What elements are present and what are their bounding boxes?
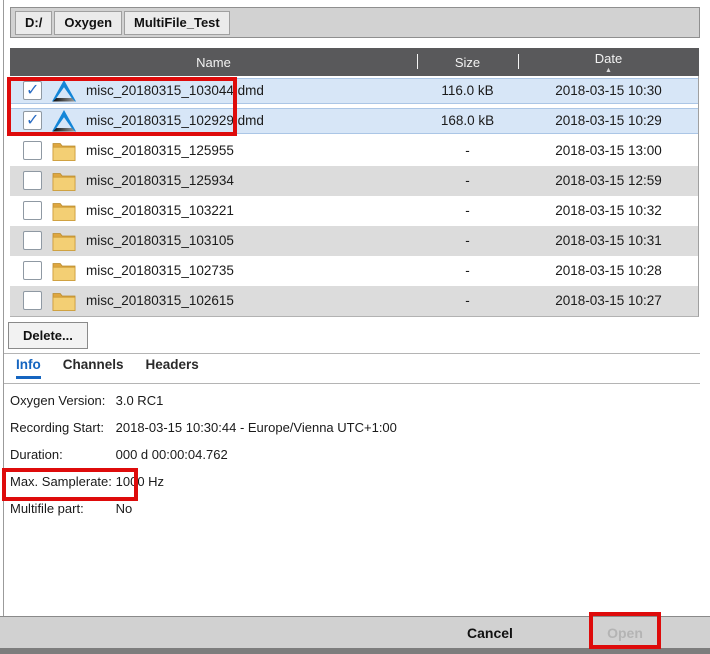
folder-date: 2018-03-15 13:00 xyxy=(518,136,699,166)
folder-name: misc_20180315_102735 xyxy=(86,256,234,286)
column-header-size[interactable]: Size xyxy=(417,48,518,76)
dmd-file-icon xyxy=(52,80,76,102)
folder-size: - xyxy=(417,256,518,286)
row-checkbox[interactable] xyxy=(23,201,42,220)
folder-name: misc_20180315_103105 xyxy=(86,226,234,256)
info-value: 2018-03-15 10:30:44 - Europe/Vienna UTC+… xyxy=(116,420,397,435)
info-label: Max. Samplerate: xyxy=(10,468,112,495)
folder-icon xyxy=(52,170,76,192)
row-checkbox[interactable] xyxy=(23,231,42,250)
breadcrumb-item-drive[interactable]: D:/ xyxy=(15,11,52,35)
row-checkbox[interactable] xyxy=(23,141,42,160)
folder-icon xyxy=(52,140,76,162)
breadcrumb-item-oxygen[interactable]: Oxygen xyxy=(54,11,122,35)
table-header: Name Size Date ▲ xyxy=(10,48,699,76)
info-label: Recording Start: xyxy=(10,414,112,441)
info-row-max-samplerate: Max. Samplerate: 1000 Hz xyxy=(10,468,397,495)
row-checkbox[interactable] xyxy=(23,171,42,190)
info-value: 000 d 00:00:04.762 xyxy=(116,447,228,462)
separator xyxy=(4,383,700,384)
tab-bar: Info Channels Headers xyxy=(16,357,199,379)
file-date: 2018-03-15 10:30 xyxy=(518,76,699,106)
folder-date: 2018-03-15 10:27 xyxy=(518,286,699,316)
folder-name: misc_20180315_125955 xyxy=(86,136,234,166)
file-list: misc_20180315_103044.dmd 116.0 kB 2018-0… xyxy=(10,76,699,317)
column-divider xyxy=(417,54,418,69)
folder-size: - xyxy=(417,226,518,256)
column-divider xyxy=(518,54,519,69)
folder-size: - xyxy=(417,196,518,226)
tab-channels[interactable]: Channels xyxy=(63,357,124,379)
folder-icon xyxy=(52,230,76,252)
delete-button[interactable]: Delete... xyxy=(8,322,88,349)
window-left-border xyxy=(3,0,4,616)
folder-date: 2018-03-15 12:59 xyxy=(518,166,699,196)
column-date-label: Date xyxy=(595,51,622,66)
row-checkbox[interactable] xyxy=(23,261,42,280)
column-name-label: Name xyxy=(196,55,231,70)
folder-name: misc_20180315_103221 xyxy=(86,196,234,226)
info-value: 3.0 RC1 xyxy=(116,393,164,408)
info-panel: Oxygen Version: 3.0 RC1 Recording Start:… xyxy=(10,387,397,522)
folder-size: - xyxy=(417,286,518,316)
file-date: 2018-03-15 10:29 xyxy=(518,106,699,136)
file-size: 116.0 kB xyxy=(417,76,518,106)
folder-date: 2018-03-15 10:31 xyxy=(518,226,699,256)
row-checkbox[interactable] xyxy=(23,81,42,100)
info-value: 1000 Hz xyxy=(116,474,164,489)
file-row[interactable]: misc_20180315_103044.dmd 116.0 kB 2018-0… xyxy=(10,76,698,106)
tab-headers[interactable]: Headers xyxy=(146,357,199,379)
file-name: misc_20180315_102929.dmd xyxy=(86,106,264,136)
sort-ascending-icon: ▲ xyxy=(605,67,612,74)
info-row-recording-start: Recording Start: 2018-03-15 10:30:44 - E… xyxy=(10,414,397,441)
folder-icon xyxy=(52,260,76,282)
column-header-date[interactable]: Date ▲ xyxy=(518,48,699,76)
folder-date: 2018-03-15 10:32 xyxy=(518,196,699,226)
folder-row[interactable]: misc_20180315_103105 - 2018-03-15 10:31 xyxy=(10,226,698,256)
tab-info[interactable]: Info xyxy=(16,357,41,379)
folder-row[interactable]: misc_20180315_102615 - 2018-03-15 10:27 xyxy=(10,286,698,316)
file-name: misc_20180315_103044.dmd xyxy=(86,76,264,106)
folder-size: - xyxy=(417,136,518,166)
info-label: Duration: xyxy=(10,441,112,468)
info-value: No xyxy=(116,501,133,516)
column-size-label: Size xyxy=(455,55,480,70)
dmd-file-icon xyxy=(52,110,76,132)
info-label: Oxygen Version: xyxy=(10,387,112,414)
file-size: 168.0 kB xyxy=(417,106,518,136)
folder-row[interactable]: misc_20180315_102735 - 2018-03-15 10:28 xyxy=(10,256,698,286)
folder-row[interactable]: misc_20180315_125955 - 2018-03-15 13:00 xyxy=(10,136,698,166)
folder-name: misc_20180315_102615 xyxy=(86,286,234,316)
open-button[interactable]: Open xyxy=(594,617,656,648)
separator xyxy=(4,353,700,354)
folder-row[interactable]: misc_20180315_103221 - 2018-03-15 10:32 xyxy=(10,196,698,226)
folder-size: - xyxy=(417,166,518,196)
folder-icon xyxy=(52,290,76,312)
folder-icon xyxy=(52,200,76,222)
info-row-oxygen-version: Oxygen Version: 3.0 RC1 xyxy=(10,387,397,414)
info-row-duration: Duration: 000 d 00:00:04.762 xyxy=(10,441,397,468)
info-row-multifile-part: Multifile part: No xyxy=(10,495,397,522)
window-bottom-edge xyxy=(0,648,710,654)
breadcrumb: D:/ Oxygen MultiFile_Test xyxy=(10,7,700,38)
folder-row[interactable]: misc_20180315_125934 - 2018-03-15 12:59 xyxy=(10,166,698,196)
info-label: Multifile part: xyxy=(10,495,112,522)
row-checkbox[interactable] xyxy=(23,111,42,130)
column-header-name[interactable]: Name xyxy=(10,48,417,76)
footer-bar: Cancel Open xyxy=(0,616,710,648)
folder-date: 2018-03-15 10:28 xyxy=(518,256,699,286)
cancel-button[interactable]: Cancel xyxy=(450,617,530,648)
row-checkbox[interactable] xyxy=(23,291,42,310)
folder-name: misc_20180315_125934 xyxy=(86,166,234,196)
breadcrumb-item-multifile-test[interactable]: MultiFile_Test xyxy=(124,11,230,35)
file-row[interactable]: misc_20180315_102929.dmd 168.0 kB 2018-0… xyxy=(10,106,698,136)
